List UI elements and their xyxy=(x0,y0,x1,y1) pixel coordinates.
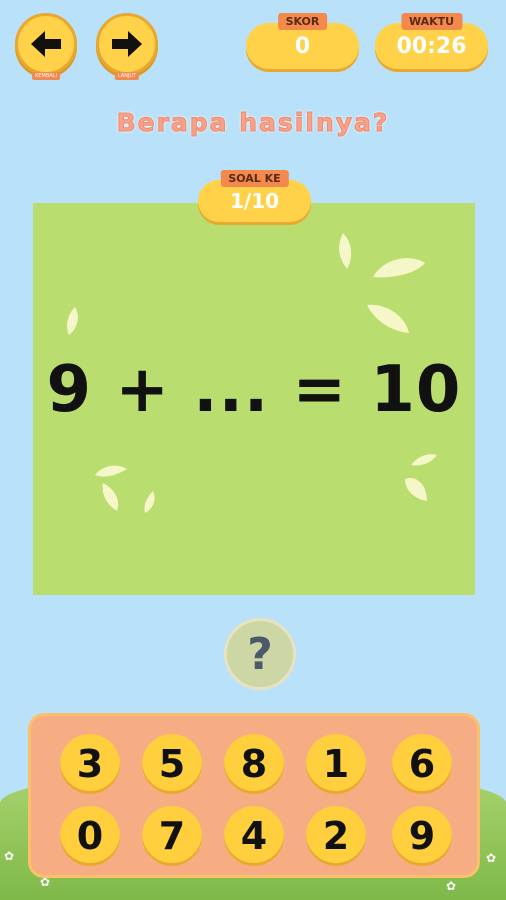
splash-decoration xyxy=(405,477,427,501)
question-counter: SOAL KE 1/10 xyxy=(198,170,311,222)
splash-decoration xyxy=(367,304,409,333)
keypad-key[interactable]: 1 xyxy=(306,734,366,794)
splash-decoration xyxy=(373,258,425,278)
splash-decoration xyxy=(95,465,127,477)
flower-decoration: ✿ xyxy=(446,879,457,893)
splash-decoration xyxy=(102,483,119,511)
timer-value: 00:26 xyxy=(396,33,467,59)
back-button[interactable]: KEMBALI xyxy=(15,13,77,80)
keypad-key[interactable]: 6 xyxy=(392,734,452,794)
back-button-label: KEMBALI xyxy=(32,72,60,80)
timer-display: WAKTU 00:26 xyxy=(375,13,488,69)
flower-decoration: ✿ xyxy=(4,849,15,863)
splash-decoration xyxy=(411,454,437,466)
next-button[interactable]: LANJUT xyxy=(96,13,158,80)
keypad-key[interactable]: 0 xyxy=(60,806,120,866)
next-button-label: LANJUT xyxy=(114,72,140,80)
score-value: 0 xyxy=(294,33,311,59)
flower-decoration: ✿ xyxy=(486,851,497,865)
question-counter-value: 1/10 xyxy=(229,189,280,213)
answer-keypad: 3 5 8 1 6 0 7 4 2 9 xyxy=(28,713,480,878)
question-counter-label: SOAL KE xyxy=(220,170,289,187)
keypad-key[interactable]: 7 xyxy=(142,806,202,866)
score-label: SKOR xyxy=(277,13,328,30)
arrow-right-icon xyxy=(112,31,142,57)
splash-decoration xyxy=(67,307,78,335)
timer-label: WAKTU xyxy=(400,13,463,30)
question-mark-icon: ? xyxy=(247,628,273,680)
splash-decoration xyxy=(144,491,155,513)
keypad-key[interactable]: 5 xyxy=(142,734,202,794)
keypad-key[interactable]: 3 xyxy=(60,734,120,794)
score-display: SKOR 0 xyxy=(246,13,359,69)
keypad-key[interactable]: 9 xyxy=(392,806,452,866)
keypad-key[interactable]: 8 xyxy=(224,734,284,794)
question-card: 9 + ... = 10 xyxy=(33,203,475,595)
question-prompt: Berapa hasilnya? xyxy=(116,108,390,138)
equation-text: 9 + ... = 10 xyxy=(46,353,462,427)
splash-decoration xyxy=(339,233,352,269)
hint-button[interactable]: ? xyxy=(224,618,296,690)
keypad-key[interactable]: 4 xyxy=(224,806,284,866)
arrow-left-icon xyxy=(31,31,61,57)
keypad-key[interactable]: 2 xyxy=(306,806,366,866)
